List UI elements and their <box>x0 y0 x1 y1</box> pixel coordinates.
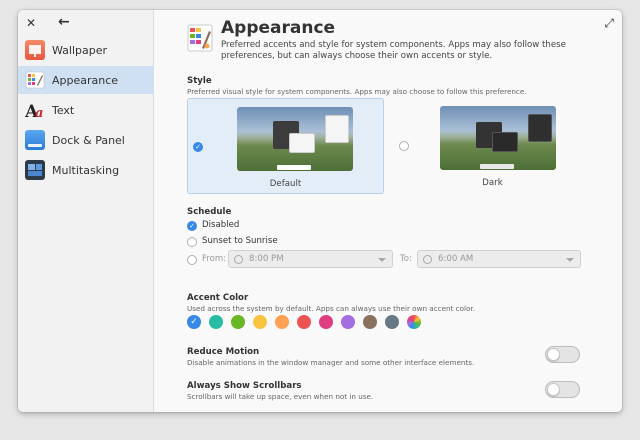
accent-orange-swatch[interactable] <box>275 315 289 329</box>
sidebar-item-label: Dock & Panel <box>52 133 125 147</box>
accent-banana-swatch[interactable] <box>253 315 267 329</box>
text-icon: A a <box>24 100 45 122</box>
accent-bubblegum-swatch[interactable] <box>319 315 333 329</box>
sidebar-item-appearance[interactable]: Appearance <box>18 66 154 94</box>
accent-cocoa-swatch[interactable] <box>363 315 377 329</box>
style-option-dark[interactable]: Dark <box>394 98 591 194</box>
appearance-icon <box>187 24 213 52</box>
schedule-manual-radio[interactable] <box>187 255 197 265</box>
style-option-default[interactable]: ✓ Default <box>187 98 384 194</box>
reduce-motion-description: Disable animations in the window manager… <box>187 358 475 367</box>
scrollbars-description: Scrollbars will take up space, even when… <box>187 392 374 401</box>
page-description: Preferred accents and style for system c… <box>221 40 566 61</box>
back-arrow-icon[interactable]: ← <box>58 14 70 30</box>
reduce-motion-title: Reduce Motion <box>187 347 260 357</box>
main-panel: ⤢ Appearance Preferred accents and style… <box>154 10 622 412</box>
schedule-to-label: To: <box>400 254 412 264</box>
scrollbars-title: Always Show Scrollbars <box>187 381 302 391</box>
dock-panel-icon <box>25 130 45 150</box>
style-section-description: Preferred visual style for system compon… <box>187 87 527 96</box>
appearance-icon <box>25 70 45 90</box>
accent-blueberry-swatch[interactable]: ✓ <box>187 315 201 329</box>
sidebar-item-dock-panel[interactable]: Dock & Panel <box>18 126 154 154</box>
style-section-title: Style <box>187 76 212 86</box>
accent-mint-swatch[interactable] <box>209 315 223 329</box>
scrollbars-switch[interactable] <box>545 381 580 398</box>
checkmark-icon: ✓ <box>193 142 203 152</box>
schedule-disabled-label[interactable]: Disabled <box>202 220 239 230</box>
sidebar-item-label: Text <box>52 103 75 117</box>
clock-icon <box>234 255 243 264</box>
sidebar-item-text[interactable]: A a Text <box>18 96 154 124</box>
dark-style-preview <box>440 106 556 170</box>
maximize-icon[interactable]: ⤢ <box>604 16 614 31</box>
accent-slate-swatch[interactable] <box>385 315 399 329</box>
reduce-motion-switch[interactable] <box>545 346 580 363</box>
dropdown-arrow-icon <box>566 258 574 262</box>
page-title: Appearance <box>221 18 336 38</box>
settings-window: ✕ ← Wallpaper Appearance A a Text Dock &… <box>18 10 622 412</box>
from-time-combobox[interactable]: 8:00 PM <box>228 250 393 268</box>
style-option-label: Default <box>269 179 302 189</box>
sidebar-header: ✕ ← <box>18 10 153 38</box>
clock-icon <box>423 255 432 264</box>
accent-section-title: Accent Color <box>187 293 249 303</box>
checkmark-icon[interactable]: ✓ <box>187 221 197 231</box>
radio-button[interactable] <box>399 141 409 151</box>
svg-text:a: a <box>35 106 43 120</box>
accent-strawberry-swatch[interactable] <box>297 315 311 329</box>
accent-auto-swatch[interactable] <box>407 315 421 329</box>
wallpaper-icon <box>25 40 45 60</box>
schedule-from-label: From: <box>202 254 227 264</box>
dropdown-arrow-icon <box>378 258 386 262</box>
accent-lime-swatch[interactable] <box>231 315 245 329</box>
schedule-section-title: Schedule <box>187 207 232 217</box>
to-time-combobox[interactable]: 6:00 AM <box>417 250 581 268</box>
to-time-value: 6:00 AM <box>438 254 474 264</box>
sidebar-item-label: Wallpaper <box>52 43 108 57</box>
default-style-preview <box>237 107 353 171</box>
close-icon[interactable]: ✕ <box>26 16 36 30</box>
schedule-sunset-label[interactable]: Sunset to Sunrise <box>202 236 278 246</box>
multitasking-icon <box>25 160 45 180</box>
sidebar-item-label: Multitasking <box>52 163 120 177</box>
sidebar-item-label: Appearance <box>52 73 119 87</box>
schedule-sunset-radio[interactable] <box>187 237 197 247</box>
sidebar: ✕ ← Wallpaper Appearance A a Text Dock &… <box>18 10 154 412</box>
accent-section-description: Used across the system by default. Apps … <box>187 304 476 313</box>
from-time-value: 8:00 PM <box>249 254 284 264</box>
sidebar-item-wallpaper[interactable]: Wallpaper <box>18 36 154 64</box>
style-option-label: Dark <box>482 178 503 188</box>
sidebar-item-multitasking[interactable]: Multitasking <box>18 156 154 184</box>
accent-grape-swatch[interactable] <box>341 315 355 329</box>
